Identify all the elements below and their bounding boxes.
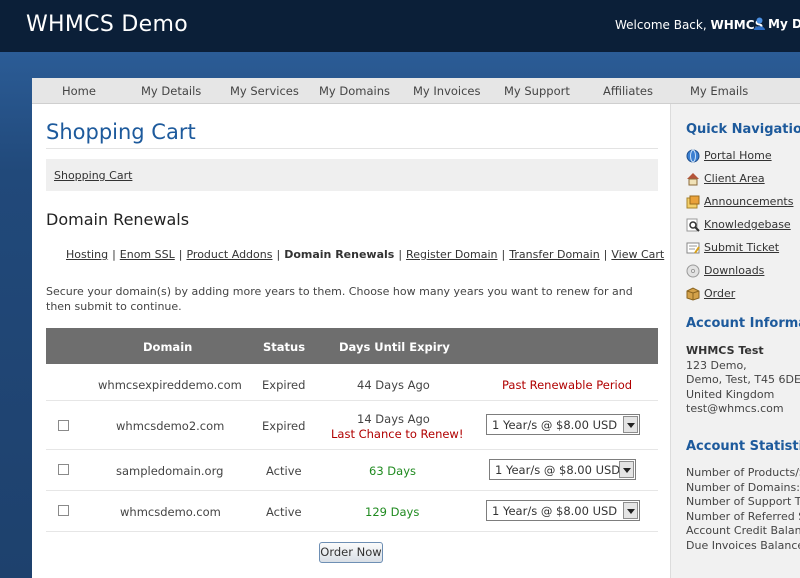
cat-separator: | [112, 248, 116, 261]
stat-products: Number of Products/Services: [686, 466, 800, 479]
sidebar: Quick Navigation Portal Home Client Area… [670, 104, 800, 578]
welcome-prefix: Welcome Back, [615, 18, 707, 32]
cat-separator: | [501, 248, 506, 261]
domain-status: Expired [262, 419, 306, 433]
stat-due-invoices: Due Invoices Balance: [686, 538, 800, 552]
renewal-period-select[interactable]: 1 Year/s @ $8.00 USD [489, 459, 636, 480]
last-chance-warning: Last Chance to Renew! [331, 427, 464, 441]
account-address1: 123 Demo, [686, 358, 747, 372]
order-now-button[interactable]: Order Now [319, 542, 383, 563]
domain-status: Active [266, 464, 302, 478]
stat-domains: Number of Domains: [686, 480, 800, 494]
domain-name: whmcsdemo.com [120, 505, 221, 519]
title-divider [46, 148, 658, 149]
table-row: sampledomain.org Active 63 Days 1 Year/s… [46, 450, 658, 491]
cat-domain-renewals: Domain Renewals [284, 248, 395, 261]
days-until-expiry: 129 Days [365, 505, 420, 519]
my-details-link[interactable]: My D [754, 17, 800, 31]
table-row: whmcsexpireddemo.com Expired 44 Days Ago… [46, 364, 658, 401]
cat-separator: | [178, 248, 183, 261]
past-renewable-note: Past Renewable Period [502, 378, 633, 392]
account-email: test@whmcs.com [686, 402, 784, 415]
cat-transfer-domain[interactable]: Transfer Domain [509, 248, 599, 261]
page-title: Shopping Cart [46, 120, 196, 144]
account-info-title: Account Information [686, 316, 800, 331]
account-name: WHMCS Test [686, 344, 764, 357]
header-domain: Domain [143, 340, 193, 354]
table-row: whmcsdemo2.com Expired 14 Days Ago Last … [46, 401, 658, 450]
category-nav: Hosting | Enom SSL | Product Addons | Domain R… [66, 248, 664, 261]
account-stats-title: Account Statistics [686, 439, 800, 454]
header-status: Status [263, 340, 306, 354]
table-header: Domain Status Days Until Expiry [46, 328, 658, 364]
nav-my-emails[interactable]: My Emails [690, 84, 748, 98]
ticket-icon [686, 242, 700, 254]
days-until-expiry: 14 Days Ago [357, 412, 430, 426]
breadcrumb-shopping-cart[interactable]: Shopping Cart [54, 169, 132, 182]
days-until-expiry: 63 Days [369, 464, 416, 478]
nav-my-invoices[interactable]: My Invoices [413, 84, 481, 98]
stat-referred: Number of Referred Signups: [686, 509, 800, 523]
main-nav: Home My Details My Services My Domains M… [32, 78, 800, 104]
globe-icon [686, 149, 700, 163]
domain-status: Active [266, 505, 302, 519]
renew-checkbox[interactable] [58, 464, 69, 475]
intro-text: Secure your domain(s) by adding more yea… [46, 285, 633, 313]
nav-my-details[interactable]: My Details [141, 84, 201, 98]
site-brand[interactable]: WHMCS Demo [26, 12, 188, 37]
nav-my-support[interactable]: My Support [504, 84, 570, 98]
welcome-message: Welcome Back, WHMCS [615, 18, 763, 32]
account-stats: Number of Products/Services: Number of D… [686, 466, 800, 553]
table-row: whmcsdemo.com Active 129 Days 1 Year/s @… [46, 491, 658, 532]
user-icon [754, 17, 765, 30]
account-address2: Demo, Test, T45 6DE [686, 373, 800, 386]
nav-home[interactable]: Home [62, 84, 96, 98]
chevron-down-icon [619, 461, 634, 478]
renewal-period-select[interactable]: 1 Year/s @ $8.00 USD [486, 414, 640, 435]
cat-product-addons[interactable]: Product Addons [186, 248, 272, 261]
renew-checkbox[interactable] [58, 505, 69, 516]
cat-separator: | [398, 248, 403, 261]
home-icon [687, 173, 699, 186]
breadcrumb: Shopping Cart [46, 159, 658, 191]
cat-enom-ssl[interactable]: Enom SSL [120, 248, 175, 261]
nav-my-services[interactable]: My Services [230, 84, 299, 98]
stat-credit: Account Credit Balance: [686, 524, 800, 537]
cat-hosting[interactable]: Hosting [66, 248, 108, 261]
cat-separator: | [603, 248, 608, 261]
domain-status: Expired [262, 378, 306, 392]
nav-my-domains[interactable]: My Domains [319, 84, 390, 98]
cat-view-cart[interactable]: View Cart [611, 248, 664, 261]
main-content: Shopping Cart Shopping Cart Domain Renew… [32, 104, 670, 578]
account-info: WHMCS Test 123 Demo, Demo, Test, T45 6DE… [686, 344, 800, 417]
nav-affiliates[interactable]: Affiliates [603, 84, 653, 98]
chevron-down-icon [623, 416, 638, 433]
account-country: United Kingdom [686, 387, 775, 401]
domain-name: sampledomain.org [116, 464, 224, 478]
renew-checkbox[interactable] [58, 420, 69, 431]
top-header: WHMCS Demo Welcome Back, WHMCS My D [0, 0, 800, 52]
magnifier-icon [686, 218, 700, 232]
disc-icon [686, 264, 700, 278]
cat-separator: | [276, 248, 281, 261]
domain-name: whmcsexpireddemo.com [98, 378, 242, 392]
stat-tickets: Number of Support Tickets: [686, 495, 800, 508]
days-until-expiry: 44 Days Ago [357, 378, 430, 392]
chevron-down-icon [623, 502, 638, 519]
quick-nav-title: Quick Navigation [686, 122, 800, 137]
announcements-icon [686, 195, 700, 209]
section-title: Domain Renewals [46, 210, 190, 229]
my-details-label: My D [768, 17, 800, 31]
header-days: Days Until Expiry [339, 340, 450, 354]
box-icon [686, 287, 700, 301]
cat-register-domain[interactable]: Register Domain [406, 248, 497, 261]
renewal-period-select[interactable]: 1 Year/s @ $8.00 USD [486, 500, 640, 521]
domain-name: whmcsdemo2.com [116, 419, 225, 433]
